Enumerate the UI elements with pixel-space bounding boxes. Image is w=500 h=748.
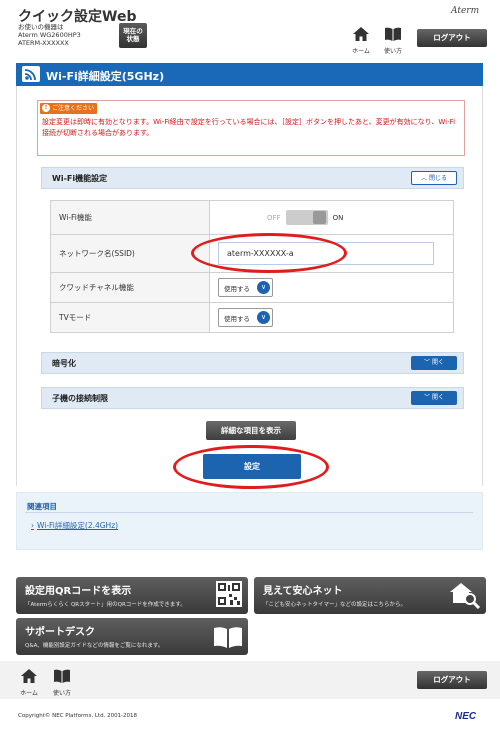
chevron-down-icon: ∨ [257, 311, 270, 324]
expand-button-label: 開く [432, 394, 445, 401]
caution-tag-label: ご注意ください [52, 105, 95, 112]
chevron-up-icon: ︿ [420, 175, 427, 182]
wifi-function-toggle[interactable]: OFF ON [267, 210, 343, 225]
support-tile-desc: Q&A、機能別設定ガイドなどの情報をご覧になれます。 [25, 643, 164, 649]
show-details-button[interactable]: 詳細な項目を表示 [206, 421, 296, 440]
toggle-switch[interactable] [285, 210, 328, 225]
ssid-label: ネットワーク名(SSID) [50, 234, 210, 273]
tv-mode-cell: 使用する ∨ [209, 302, 454, 333]
home-icon [21, 669, 37, 683]
safe-net-tile-title: 見えて安心ネット [263, 586, 343, 597]
home-icon [353, 27, 369, 41]
expand-encryption-button[interactable]: ﹀ 開く [411, 356, 457, 370]
collapse-button-label: 閉じる [429, 175, 448, 182]
ssid-highlight-ring [191, 233, 347, 273]
toggle-on-label: ON [332, 213, 344, 222]
related-heading: 関連項目 [27, 502, 57, 511]
caution-box: ! ご注意ください 設定変更は即時に有効となります。Wi-Fi経由で設定を行って… [37, 100, 465, 156]
table-row: TVモード 使用する ∨ [50, 302, 454, 333]
expand-child-restriction-button[interactable]: ﹀ 開く [411, 391, 457, 405]
qr-tile-desc: 「Atermらくらく QRスタート」用のQRコードを作成できます。 [25, 602, 186, 608]
footer-logout-button[interactable]: ログアウト [417, 671, 487, 689]
related-link-label: Wi-Fi詳細設定(2.4GHz) [37, 521, 119, 530]
quad-channel-label: クワッドチャネル機能 [50, 272, 210, 303]
footer-manual-nav[interactable]: 使い方 [48, 668, 76, 697]
save-highlight-ring [173, 445, 329, 489]
aterm-logo: Aterm [451, 6, 480, 16]
related-divider [25, 512, 473, 513]
manual-nav[interactable]: 使い方 [379, 26, 407, 55]
nec-logo: NEC [455, 711, 477, 722]
header: クイック設定Web お使いの機器は Aterm WG2600HP3 ATERM-… [0, 0, 500, 58]
table-row: クワッドチャネル機能 使用する ∨ [50, 272, 454, 303]
caution-text: 設定変更は即時に有効となります。Wi-Fi経由で設定を行っている場合には、［設定… [42, 118, 456, 137]
support-desk-tile[interactable]: サポートデスク Q&A、機能別設定ガイドなどの情報をご覧になれます。 [16, 618, 248, 655]
tv-mode-select[interactable]: 使用する ∨ [218, 308, 273, 327]
table-row: Wi-Fi機能 OFF ON [50, 200, 454, 235]
footer-home-nav[interactable]: ホーム [15, 668, 43, 697]
device-model: Aterm WG2600HP3 [18, 31, 81, 39]
related-items: 関連項目 › Wi-Fi詳細設定(2.4GHz) [16, 492, 483, 550]
page-title-bar: Wi-Fi詳細設定(5GHz) [16, 63, 483, 86]
tv-mode-value: 使用する [224, 314, 250, 323]
wifi-function-cell: OFF ON [209, 200, 454, 235]
section-child-restriction-label: 子機の接続制限 [52, 394, 108, 403]
related-link-wifi-24ghz[interactable]: › Wi-Fi詳細設定(2.4GHz) [31, 520, 118, 531]
wifi-function-label: Wi-Fi機能 [50, 200, 210, 235]
section-encryption[interactable]: 暗号化 ﹀ 開く [41, 352, 464, 374]
bullet-icon: › [31, 521, 34, 530]
expand-button-label: 開く [432, 359, 445, 366]
book-icon [54, 669, 70, 683]
quad-channel-select[interactable]: 使用する ∨ [218, 278, 273, 297]
qr-code-icon [216, 581, 242, 607]
section-child-restriction[interactable]: 子機の接続制限 ﹀ 開く [41, 387, 464, 409]
footer-nav: ホーム 使い方 ログアウト [0, 661, 500, 699]
home-label: ホーム [20, 690, 38, 697]
home-nav[interactable]: ホーム [347, 26, 375, 55]
chevron-down-icon: ﹀ [423, 359, 430, 366]
support-tile-title: サポートデスク [25, 627, 95, 638]
toggle-off-label: OFF [267, 213, 281, 222]
caution-tag: ! ご注意ください [40, 103, 97, 114]
device-caption: お使いの機器は [18, 23, 64, 31]
copyright: Copyright© NEC Platforms, Ltd. 2001-2018 [18, 713, 138, 719]
home-label: ホーム [352, 48, 370, 55]
section-encryption-label: 暗号化 [52, 359, 76, 368]
chevron-down-icon: ﹀ [423, 394, 430, 401]
current-status-button[interactable]: 現在の 状態 [119, 23, 147, 48]
exclamation-icon: ! [42, 104, 50, 112]
collapse-button[interactable]: ︿ 閉じる [411, 171, 457, 185]
status-line-2: 状態 [126, 35, 140, 43]
manual-label: 使い方 [383, 48, 402, 55]
qr-code-tile[interactable]: 設定用QRコードを表示 「Atermらくらく QRスタート」用のQRコードを作成… [16, 577, 248, 614]
house-search-icon [450, 583, 480, 609]
safe-net-tile[interactable]: 見えて安心ネット 「こども安心ネットタイマー」などの設定はこちらから。 [254, 577, 486, 614]
wifi-icon [22, 66, 40, 82]
book-icon [385, 27, 401, 41]
tv-mode-label: TVモード [50, 302, 210, 333]
safe-net-tile-desc: 「こども安心ネットタイマー」などの設定はこちらから。 [263, 602, 407, 608]
page-title: Wi-Fi詳細設定(5GHz) [46, 70, 165, 83]
quad-channel-value: 使用する [224, 284, 250, 293]
manual-label: 使い方 [52, 690, 71, 697]
section-wifi-function: Wi-Fi機能設定 ︿ 閉じる [41, 167, 464, 189]
chevron-down-icon: ∨ [257, 281, 270, 294]
section-wifi-function-label: Wi-Fi機能設定 [52, 174, 108, 183]
status-line-1: 現在の [123, 27, 143, 35]
qr-tile-title: 設定用QRコードを表示 [25, 586, 132, 597]
quad-channel-cell: 使用する ∨ [209, 272, 454, 303]
book-icon [214, 627, 242, 648]
device-name: ATERM-XXXXXX [18, 39, 69, 47]
toggle-knob [312, 211, 326, 224]
logout-button[interactable]: ログアウト [417, 29, 487, 47]
